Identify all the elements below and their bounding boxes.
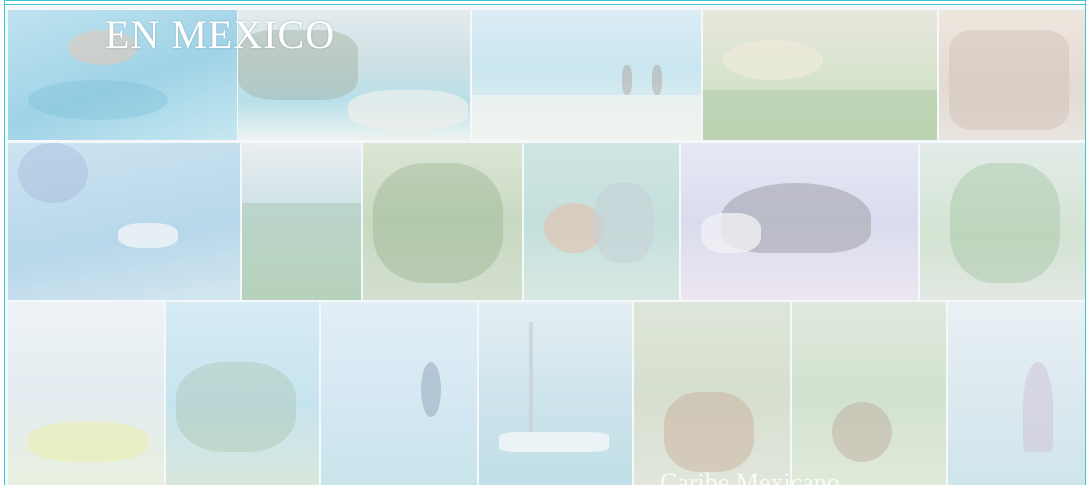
cliff-ruins-beach-icon: [348, 90, 468, 130]
photo-collage-banner: EN MEXICO Caribe Mexicano: [4, 4, 1086, 485]
people-under-trees-icon: [664, 392, 754, 472]
photo-zipline: [792, 302, 946, 485]
swimmer-with-fish-icon: [28, 80, 168, 120]
couple-walking-beach-icon: [472, 95, 701, 140]
couple-walking-beach-icon: [652, 65, 662, 95]
photo-parasailing: [8, 143, 240, 300]
banner-subtitle: Caribe Mexicano: [660, 468, 840, 485]
parasail-speedboat-icon: [18, 143, 88, 203]
photo-catamaran: [948, 302, 1085, 485]
tropical-jungle-icon: [373, 163, 503, 283]
couple-walking-beach-icon: [622, 65, 632, 95]
photo-street-crowd: [939, 10, 1085, 140]
sailboats-icon: [499, 432, 609, 452]
golf-green-icon: [723, 40, 823, 80]
kitesurfer-icon: [421, 362, 441, 417]
banner-title: EN MEXICO: [105, 12, 336, 57]
photo-sailboats: [479, 302, 632, 485]
kayaker-icon: [28, 422, 148, 462]
sailboats-icon: [529, 322, 533, 442]
palm-marina-icon: [950, 163, 1060, 283]
photo-marina-palms: [920, 143, 1085, 300]
golf-green-icon: [703, 90, 937, 140]
town-street-icon: [949, 30, 1069, 130]
catamaran-sail-icon: [1023, 362, 1053, 452]
photo-golf-course: [703, 10, 937, 140]
photo-tropical-people: [634, 302, 790, 485]
photo-resort-aerial: [242, 143, 361, 300]
photo-sombrero: [681, 143, 918, 300]
palm-trees-sky-icon: [176, 362, 296, 452]
parasail-speedboat-icon: [118, 223, 178, 248]
photo-palm-trees: [166, 302, 319, 485]
woman-with-dolphin-icon: [594, 183, 654, 263]
photo-dolphin-swim: [524, 143, 679, 300]
zipline-jungle-icon: [832, 402, 892, 462]
resort-pool-icon: [242, 203, 361, 300]
photo-kitesurf: [321, 302, 477, 485]
photo-jungle: [363, 143, 522, 300]
photo-beach-couple: [472, 10, 701, 140]
photo-kayak: [8, 302, 164, 485]
mariachi-sombrero-icon: [701, 213, 761, 253]
